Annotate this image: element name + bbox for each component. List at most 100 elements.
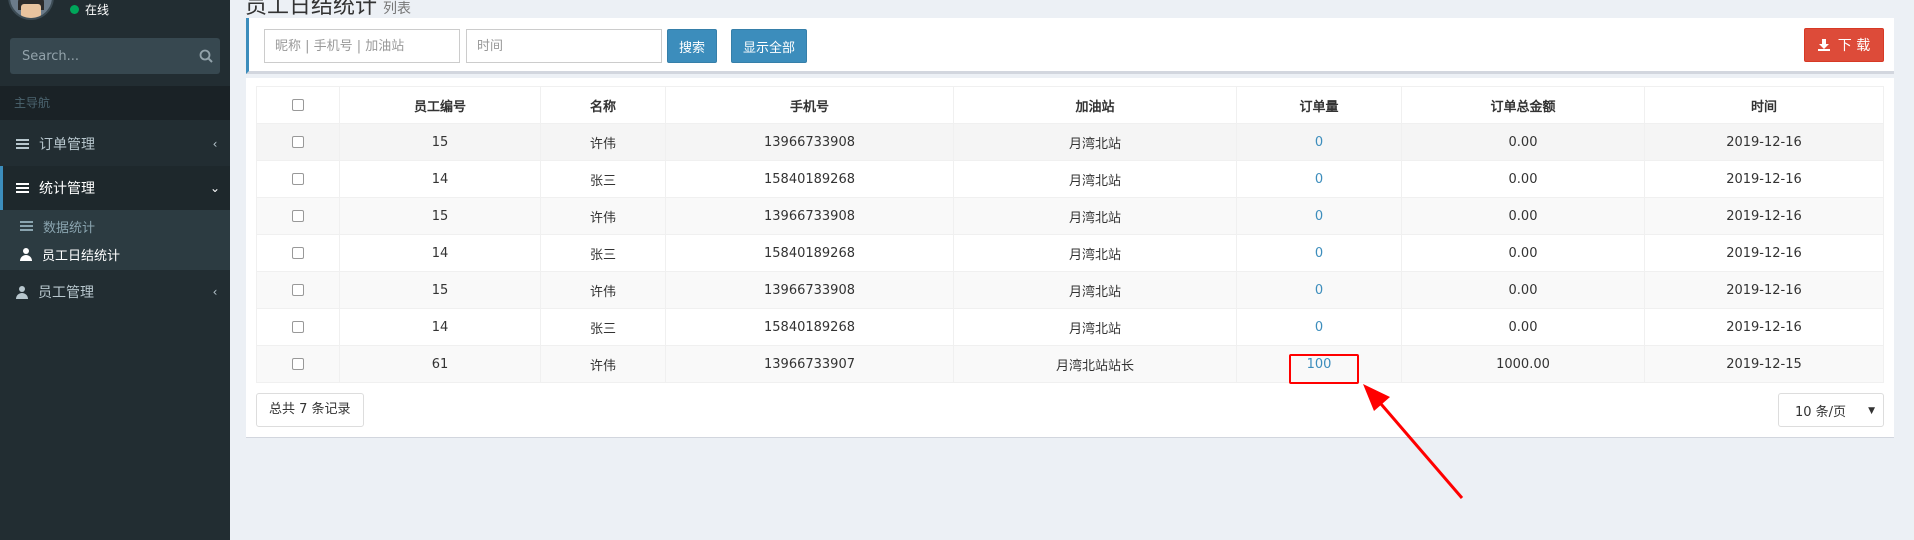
statistics-submenu: 数据统计 员工日结统计 (0, 210, 230, 270)
cell-order-total: 0.00 (1401, 308, 1645, 346)
cell-name: 张三 (540, 160, 666, 198)
cell-order-count: 0 (1236, 197, 1402, 235)
bars-icon (16, 182, 29, 194)
cell-order-count: 0 (1236, 160, 1402, 198)
sidebar-item-statistics-management[interactable]: 统计管理 ⌄ (0, 166, 230, 210)
cell-phone: 13966733907 (665, 345, 954, 383)
sidebar-subitem-employee-daily-stats[interactable]: 员工日结统计 (0, 240, 230, 268)
page-title-text: 员工日结统计 (245, 0, 378, 19)
cell-employee-id: 15 (339, 123, 541, 161)
chevron-left-icon: ‹ (212, 285, 218, 299)
order-count-link[interactable]: 0 (1315, 320, 1323, 335)
show-all-button[interactable]: 显示全部 (731, 29, 808, 63)
cell-phone: 13966733908 (665, 123, 954, 161)
cell-order-total: 0.00 (1401, 234, 1645, 272)
row-checkbox[interactable] (292, 284, 304, 296)
cell-order-total: 0.00 (1401, 160, 1645, 198)
cell-phone: 15840189268 (665, 160, 954, 198)
cell-name: 许伟 (540, 345, 666, 383)
keyword-search-input[interactable] (264, 29, 460, 63)
sidebar: 在线 主导航 订单管理 ‹ 统计管理 ⌄ 数据统计 员工日结统计 员工管理 ‹ (0, 0, 230, 540)
page-subtitle: 列表 (383, 1, 412, 17)
row-checkbox[interactable] (292, 321, 304, 333)
table-header-row: 员工编号 名称 手机号 加油站 订单量 订单总金额 时间 (256, 86, 1884, 124)
data-table-box: 员工编号 名称 手机号 加油站 订单量 订单总金额 时间 15 许伟 13966… (246, 78, 1894, 438)
column-header[interactable]: 员工编号 (339, 86, 541, 124)
sidebar-subitem-label: 员工日结统计 (42, 248, 121, 264)
cell-name: 许伟 (540, 197, 666, 235)
sidebar-search-input[interactable] (10, 38, 192, 74)
order-count-link[interactable]: 100 (1307, 357, 1332, 372)
cell-date: 2019-12-16 (1644, 123, 1884, 161)
avatar[interactable] (8, 0, 54, 20)
cell-employee-id: 14 (339, 234, 541, 272)
cell-order-count: 0 (1236, 271, 1402, 309)
cell-name: 许伟 (540, 271, 666, 309)
cell-order-total: 0.00 (1401, 123, 1645, 161)
cell-order-total: 1000.00 (1401, 345, 1645, 383)
order-count-link[interactable]: 0 (1315, 246, 1323, 261)
cell-date: 2019-12-16 (1644, 234, 1884, 272)
search-button[interactable]: 搜索 (667, 29, 718, 63)
order-count-link[interactable]: 0 (1315, 209, 1323, 224)
sidebar-search (10, 38, 220, 74)
online-dot-icon (70, 5, 79, 14)
download-button-label: 下 载 (1837, 38, 1871, 54)
cell-station: 月湾北站 (953, 234, 1237, 272)
row-checkbox[interactable] (292, 247, 304, 259)
select-all-cell (256, 86, 340, 124)
cell-station: 月湾北站 (953, 123, 1237, 161)
table-row: 14 张三 15840189268 月湾北站 0 0.00 2019-12-16 (256, 160, 1884, 198)
user-status-label: 在线 (85, 3, 110, 17)
bars-icon (20, 220, 33, 232)
cell-date: 2019-12-16 (1644, 197, 1884, 235)
sidebar-subitem-label: 数据统计 (43, 220, 96, 236)
sidebar-subitem-data-statistics[interactable]: 数据统计 (0, 212, 230, 240)
row-checkbox[interactable] (292, 173, 304, 185)
row-select-cell (256, 197, 340, 235)
column-header[interactable]: 订单量 (1236, 86, 1402, 124)
row-checkbox[interactable] (292, 136, 304, 148)
column-header[interactable]: 时间 (1644, 86, 1884, 124)
cell-station: 月湾北站 (953, 308, 1237, 346)
cell-order-total: 0.00 (1401, 271, 1645, 309)
chevron-left-icon: ‹ (212, 137, 218, 151)
table-row: 15 许伟 13966733908 月湾北站 0 0.00 2019-12-16 (256, 271, 1884, 309)
cell-employee-id: 15 (339, 197, 541, 235)
cell-name: 张三 (540, 234, 666, 272)
sidebar-item-label: 订单管理 (39, 137, 95, 153)
row-checkbox[interactable] (292, 358, 304, 370)
chevron-down-icon: ⌄ (209, 181, 221, 195)
order-count-link[interactable]: 0 (1315, 135, 1323, 150)
row-checkbox[interactable] (292, 210, 304, 222)
column-header[interactable]: 加油站 (953, 86, 1237, 124)
order-count-link[interactable]: 0 (1315, 172, 1323, 187)
column-header[interactable]: 订单总金额 (1401, 86, 1645, 124)
row-select-cell (256, 271, 340, 309)
sidebar-item-employee-management[interactable]: 员工管理 ‹ (0, 270, 230, 314)
row-select-cell (256, 234, 340, 272)
search-icon[interactable] (192, 38, 220, 74)
select-all-checkbox[interactable] (292, 99, 304, 111)
order-count-link[interactable]: 0 (1315, 283, 1323, 298)
page-size-select[interactable]: 10 条/页 ▼ (1778, 393, 1884, 427)
cell-station: 月湾北站 (953, 271, 1237, 309)
cell-name: 张三 (540, 308, 666, 346)
user-status: 在线 (70, 1, 109, 18)
time-input[interactable] (466, 29, 662, 63)
download-button[interactable]: 下 载 (1804, 28, 1884, 62)
column-header[interactable]: 手机号 (665, 86, 954, 124)
column-header[interactable]: 名称 (540, 86, 666, 124)
employee-daily-stats-table: 员工编号 名称 手机号 加油站 订单量 订单总金额 时间 15 许伟 13966… (256, 86, 1884, 383)
row-select-cell (256, 308, 340, 346)
cell-order-count: 0 (1236, 123, 1402, 161)
sidebar-item-order-management[interactable]: 订单管理 ‹ (0, 122, 230, 166)
cell-employee-id: 14 (339, 308, 541, 346)
cell-employee-id: 14 (339, 160, 541, 198)
download-icon (1817, 39, 1830, 51)
total-records: 总共 7 条记录 (256, 393, 364, 427)
filter-toolbar: 搜索 显示全部 下 载 (246, 18, 1894, 74)
cell-name: 许伟 (540, 123, 666, 161)
user-panel: 在线 (0, 0, 230, 24)
table-row: 14 张三 15840189268 月湾北站 0 0.00 2019-12-16 (256, 308, 1884, 346)
